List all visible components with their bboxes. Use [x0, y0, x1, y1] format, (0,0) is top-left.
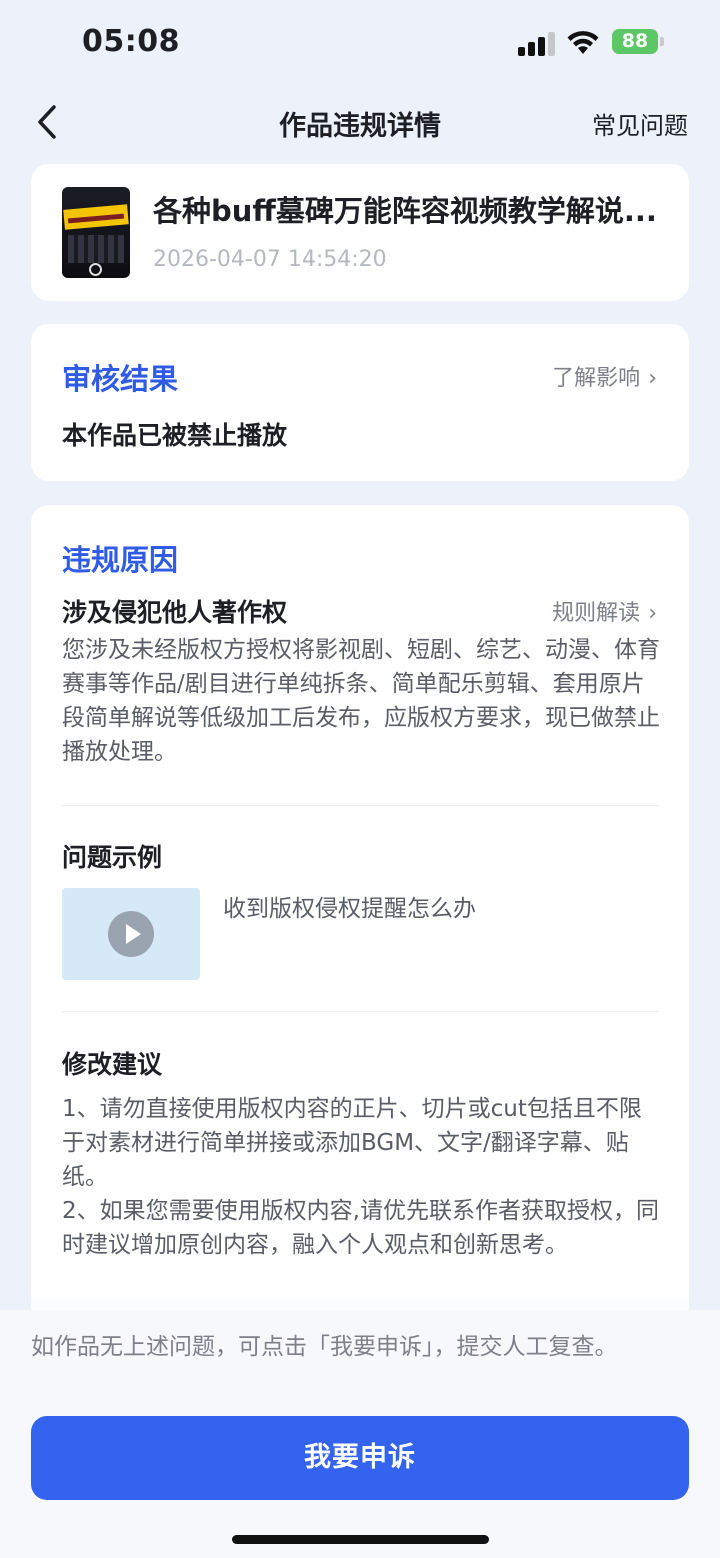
- impact-link-label: 了解影响: [552, 366, 641, 391]
- appeal-note: 如作品无上述问题，可点击「我要申诉」，提交人工复查。: [31, 1334, 618, 1360]
- violation-reason-title: 涉及侵犯他人著作权: [62, 598, 288, 627]
- status-time: 05:08: [82, 24, 180, 59]
- appeal-button[interactable]: 我要申诉: [31, 1416, 689, 1500]
- chevron-right-icon: ›: [648, 366, 657, 391]
- impact-link[interactable]: 了解影响 ›: [552, 360, 657, 392]
- suggest-item-1: 1、请勿直接使用版权内容的正片、切片或cut包括且不限于对素材进行简单拼接或添加…: [62, 1096, 642, 1190]
- faq-link[interactable]: 常见问题: [592, 106, 688, 141]
- review-result-card: 审核结果 了解影响 › 本作品已被禁止播放: [31, 324, 689, 481]
- chevron-right-icon: ›: [648, 601, 657, 626]
- home-indicator[interactable]: [232, 1535, 489, 1544]
- divider: [62, 1011, 659, 1012]
- suggest-heading: 修改建议: [62, 1050, 163, 1079]
- suggest-item-2: 2、如果您需要使用版权内容,请优先联系作者获取授权，同时建议增加原创内容，融入个…: [62, 1198, 659, 1258]
- cellular-signal-icon: [518, 32, 556, 56]
- suggest-body: 1、请勿直接使用版权内容的正片、切片或cut包括且不限于对素材进行简单拼接或添加…: [62, 1092, 662, 1262]
- work-timestamp: 2026-04-07 14:54:20: [153, 247, 387, 272]
- divider: [62, 805, 659, 806]
- rules-link-label: 规则解读: [552, 601, 641, 626]
- wifi-icon: [567, 31, 599, 54]
- battery-tip: [660, 37, 664, 46]
- work-card[interactable]: 各种buff墓碑万能阵容视频教学解说... 2026-04-07 14:54:2…: [31, 164, 689, 301]
- status-bar: 05:08 88: [0, 0, 720, 90]
- example-video-title[interactable]: 收到版权侵权提醒怎么办: [223, 889, 476, 923]
- example-heading: 问题示例: [62, 843, 163, 872]
- violation-card: 违规原因 涉及侵犯他人著作权 规则解读 › 您涉及未经版权方授权将影视剧、短剧、综…: [31, 505, 689, 1345]
- nav-bar: 作品违规详情 常见问题: [0, 90, 720, 154]
- violation-reason-body: 您涉及未经版权方授权将影视剧、短剧、综艺、动漫、体育赛事等作品/剧目进行单纯拆条…: [62, 637, 660, 765]
- battery-level: 88: [612, 29, 658, 54]
- review-result-text: 本作品已被禁止播放: [62, 421, 288, 450]
- rules-link[interactable]: 规则解读 ›: [552, 595, 657, 627]
- review-heading: 审核结果: [62, 362, 179, 396]
- violation-heading: 违规原因: [62, 543, 179, 577]
- work-title: 各种buff墓碑万能阵容视频教学解说...: [153, 194, 657, 228]
- work-thumbnail: [62, 187, 130, 278]
- play-icon: [108, 911, 154, 957]
- example-video-thumbnail[interactable]: [62, 888, 200, 980]
